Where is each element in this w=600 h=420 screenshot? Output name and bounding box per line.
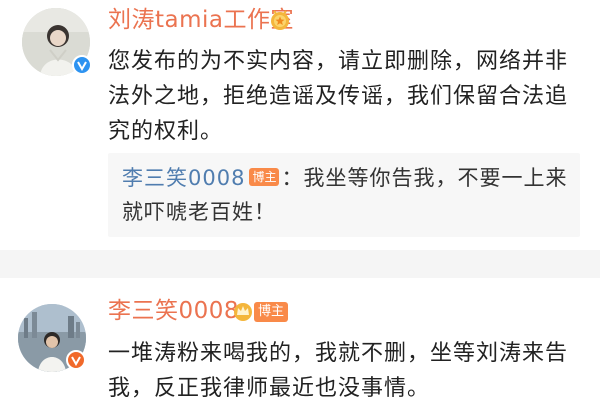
reply-preview[interactable]: 李三笑0008 博主 ：我坐等你告我，不要一上来 就吓唬老百姓！ xyxy=(108,153,580,237)
verified-badge-icon xyxy=(66,350,86,370)
author-tag: 博主 xyxy=(254,302,289,322)
verified-badge-icon xyxy=(72,55,92,75)
reply-separator: ： xyxy=(281,166,304,190)
comment-divider xyxy=(0,250,600,278)
author-tag: 博主 xyxy=(249,168,280,186)
comment-username[interactable]: 李三笑0008 xyxy=(108,297,239,325)
comment-body-line: 究的权利。 xyxy=(108,119,224,144)
comment-item: 李三笑0008 博主 一堆涛粉来喝我的，我就不删，坐等刘涛来告 我，反正我律师最… xyxy=(0,278,600,420)
crown-icon xyxy=(232,300,254,322)
comment-username[interactable]: 刘涛tamia工作室 xyxy=(108,6,294,34)
comment-item: 刘涛tamia工作室 您发布的为不实内容，请立即删除，网络并非 法外之地，拒绝造… xyxy=(0,0,600,250)
reply-username[interactable]: 李三笑0008 xyxy=(122,166,245,190)
reply-text-line: 我坐等你告我，不要一上来 xyxy=(303,166,568,190)
comment-body: 您发布的为不实内容，请立即删除，网络并非 法外之地，拒绝造谣及传谣，我们保留合法… xyxy=(108,44,586,149)
medal-icon xyxy=(268,8,292,32)
comment-body: 一堆涛粉来喝我的，我就不删，坐等刘涛来告 我，反正我律师最近也没事情。 xyxy=(108,336,586,406)
comment-body-line: 法外之地，拒绝造谣及传谣，我们保留合法追 xyxy=(108,84,569,109)
comment-body-line: 您发布的为不实内容，请立即删除，网络并非 xyxy=(108,49,569,74)
comment-body-line: 一堆涛粉来喝我的，我就不删，坐等刘涛来告 xyxy=(108,341,569,366)
reply-text: 李三笑0008 博主 ：我坐等你告我，不要一上来 就吓唬老百姓！ xyxy=(122,161,574,229)
reply-text-line: 就吓唬老百姓！ xyxy=(122,200,276,224)
comment-body-line: 我，反正我律师最近也没事情。 xyxy=(108,376,431,401)
